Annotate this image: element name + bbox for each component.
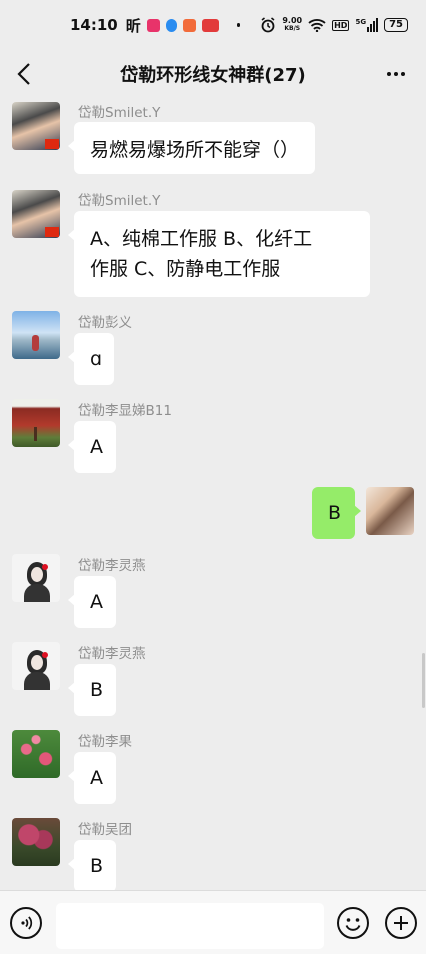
avatar-body (24, 672, 50, 690)
avatar-tree-trunk (34, 427, 37, 441)
app-notification-icon (183, 18, 197, 32)
plus-icon (394, 916, 408, 930)
voice-icon (21, 916, 33, 930)
battery-indicator: 75 (384, 18, 408, 32)
message-text: 易燃易爆场所不能穿（） (90, 138, 300, 161)
message-bubble[interactable]: 易燃易爆场所不能穿（） (67, 122, 316, 174)
app-notification-icon: 昕 (125, 16, 141, 35)
voice-button[interactable] (10, 907, 42, 939)
scrollbar[interactable] (422, 653, 425, 708)
avatar[interactable] (12, 190, 60, 238)
ellipsis-icon (387, 72, 391, 76)
message-input[interactable] (56, 903, 324, 949)
message-bubble[interactable]: A (68, 752, 116, 804)
signal-label: 5G (355, 18, 367, 26)
message-list[interactable]: 岱勒Smilet.Y 易燃易爆场所不能穿（） 岱勒Smilet.Y A、纯棉工作… (0, 98, 426, 890)
sender-name: 岱勒李果 (78, 734, 132, 750)
avatar[interactable] (12, 642, 60, 690)
avatar-flower (42, 564, 48, 570)
avatar-face (31, 567, 43, 582)
status-right: 9.00 KB/S HD 5G 75 (260, 17, 408, 33)
app-notification-icon (146, 18, 160, 32)
net-speed-value: 9.00 (282, 16, 303, 25)
message-text-line: 作服 C、防静电工作服 (90, 258, 281, 280)
avatar-flower (42, 652, 48, 658)
message-text-line: A、纯棉工作服 B、化纤工 (90, 228, 313, 250)
sender-name: 岱勒彭义 (78, 315, 132, 331)
sender-name: 岱勒李灵燕 (78, 558, 146, 574)
back-button[interactable] (10, 58, 38, 90)
message-text: A (90, 767, 103, 789)
chat-screen: 14:10 昕 9.00 KB/S HD 5G 75 岱勒环形线女神群(27) … (0, 0, 426, 954)
sender-name: 岱勒吴团 (78, 822, 132, 838)
emoji-button[interactable] (337, 907, 369, 939)
chat-header: 岱勒环形线女神群(27) (0, 50, 426, 98)
more-options-button[interactable] (382, 58, 410, 90)
input-bar (0, 890, 426, 954)
avatar[interactable] (12, 311, 60, 359)
ellipsis-icon (401, 72, 405, 76)
ellipsis-icon (394, 72, 398, 76)
sender-name: 岱勒李显娣B11 (78, 403, 172, 419)
message-bubble[interactable]: B (68, 664, 116, 716)
signal-icon: 5G (355, 18, 379, 32)
status-bar: 14:10 昕 9.00 KB/S HD 5G 75 (0, 0, 426, 50)
sender-name: 岱勒Smilet.Y (78, 193, 161, 209)
message-bubble[interactable]: ɑ (68, 333, 114, 385)
avatar[interactable] (12, 730, 60, 778)
message-bubble[interactable]: A、纯棉工作服 B、化纤工 作服 C、防静电工作服 (68, 211, 370, 297)
message-bubble[interactable]: A (68, 421, 116, 473)
sender-name: 岱勒李灵燕 (78, 646, 146, 662)
clock: 14:10 (70, 16, 118, 34)
avatar-body (24, 584, 50, 602)
message-text: B (90, 855, 104, 877)
self-avatar[interactable] (366, 487, 414, 535)
hd-badge: HD (332, 19, 350, 31)
message-text: ɑ (90, 348, 103, 370)
message-bubble[interactable]: B (68, 840, 116, 890)
avatar[interactable] (12, 554, 60, 602)
more-notifications-icon (236, 23, 241, 27)
flag-icon (45, 139, 59, 149)
message-text: B (328, 502, 342, 524)
avatar-figure (32, 335, 39, 351)
message-bubble[interactable]: A (68, 576, 116, 628)
wifi-icon (308, 19, 326, 32)
sender-name: 岱勒Smilet.Y (78, 105, 161, 121)
avatar[interactable] (12, 102, 60, 150)
app-notification-icon (165, 18, 178, 32)
group-title[interactable]: 岱勒环形线女神群(27) (120, 61, 306, 87)
net-speed-unit: KB/S (284, 25, 301, 32)
avatar[interactable] (12, 818, 60, 866)
emoji-icon (345, 918, 361, 931)
alarm-icon (261, 17, 275, 33)
app-notification-icon (202, 18, 219, 32)
avatar-face (31, 655, 43, 670)
message-text: B (90, 679, 104, 701)
message-text: A (90, 591, 103, 613)
chevron-left-icon (17, 63, 30, 85)
message-bubble-self[interactable]: B (312, 487, 361, 539)
net-speed: 9.00 KB/S (282, 17, 302, 33)
flag-icon (45, 227, 59, 237)
message-text: A (90, 436, 103, 458)
more-functions-button[interactable] (385, 907, 417, 939)
avatar[interactable] (12, 399, 60, 447)
